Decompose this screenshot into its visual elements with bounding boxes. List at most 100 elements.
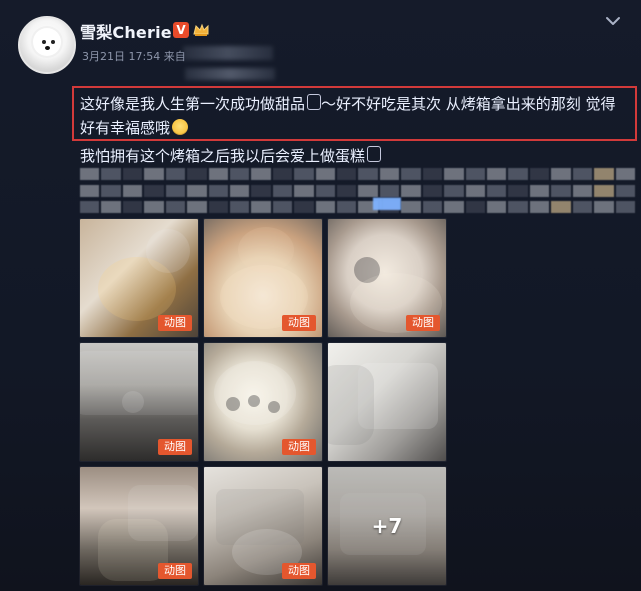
mosaic-tile (101, 184, 121, 197)
mosaic-tile (144, 201, 164, 214)
thumb-berry-shape (248, 395, 260, 407)
image-thumb-7[interactable]: 动图 (80, 467, 198, 585)
mosaic-tile (572, 201, 593, 214)
mosaic-tile (379, 168, 400, 180)
thumb-dessert-shape (214, 361, 296, 425)
top-blurred-strip (185, 68, 275, 80)
thumb-hand-shape (238, 227, 294, 273)
mosaic-tile (487, 184, 507, 197)
mosaic-tile (465, 168, 486, 180)
image-thumb-4[interactable]: 动图 (80, 343, 198, 461)
more-images-count: +7 (328, 467, 446, 585)
mosaic-tile (551, 168, 571, 180)
mosaic-tile (422, 201, 443, 214)
mosaic-tile (529, 168, 550, 180)
mosaic-tile (594, 201, 614, 214)
gif-tag: 动图 (406, 315, 440, 331)
mosaic-tile (465, 201, 486, 214)
mosaic-tile (444, 201, 464, 214)
mosaic-tile (101, 201, 121, 214)
mosaic-tile (615, 201, 635, 214)
mosaic-tile (122, 168, 143, 180)
post-meta: 3月21日 17:54 来自 (82, 50, 186, 63)
username[interactable]: 雪梨Cherie (80, 19, 172, 43)
avatar-nose (45, 46, 50, 50)
mosaic-tile (444, 184, 464, 197)
mosaic-tile (122, 201, 143, 214)
mosaic-tile (572, 168, 593, 180)
image-thumb-8[interactable]: 动图 (204, 467, 322, 585)
mosaic-tile (165, 201, 186, 214)
post-text-line-2: 好有幸福感哦 (80, 117, 189, 138)
mosaic-tile (229, 201, 250, 214)
mosaic-tile (272, 201, 293, 214)
mosaic-tile (379, 184, 400, 197)
mosaic-tile (572, 184, 593, 197)
meta-blurred-source (183, 46, 273, 60)
mosaic-tile (401, 184, 421, 197)
image-thumb-5[interactable]: 动图 (204, 343, 322, 461)
image-thumb-9[interactable]: +7 (328, 467, 446, 585)
verified-v-icon: V (173, 22, 189, 38)
mosaic-tile (508, 184, 528, 197)
mosaic-tile (594, 184, 614, 197)
mosaic-tile (422, 168, 443, 180)
image-thumb-6[interactable] (328, 343, 446, 461)
image-thumb-3[interactable]: 动图 (328, 219, 446, 337)
mosaic-tile (80, 168, 100, 180)
mosaic-tile (144, 168, 164, 180)
mosaic-tile (315, 201, 336, 214)
mosaic-tile (251, 168, 271, 180)
mosaic-tile (272, 168, 293, 180)
post-text-line-1: 这好像是我人生第一次成功做甜品 ～好不好吃是其次 从烤箱拿出来的那刻 觉得 (80, 93, 616, 114)
mosaic-tile (401, 168, 421, 180)
gif-tag: 动图 (158, 315, 192, 331)
mosaic-tile (294, 201, 314, 214)
post-text-line-3-main: 我怕拥有这个烤箱之后我以后会爱上做蛋糕 (80, 147, 366, 165)
chevron-down-icon[interactable] (604, 14, 622, 28)
mosaic-tile (529, 201, 550, 214)
avatar[interactable] (18, 16, 76, 74)
mosaic-tile (508, 168, 528, 180)
post-text-line-1-main: 这好像是我人生第一次成功做甜品 (80, 95, 306, 113)
mosaic-tile (144, 184, 164, 197)
gif-tag: 动图 (282, 563, 316, 579)
image-thumb-1[interactable]: 动图 (80, 219, 198, 337)
small-symbol-icon (307, 94, 322, 110)
mosaic-tile (401, 201, 421, 214)
mosaic-tile (165, 168, 186, 180)
thumb-berry-shape (226, 397, 240, 411)
gif-tag: 动图 (282, 439, 316, 455)
mosaic-tile (187, 168, 207, 180)
image-grid: 动图 动图 动图 动图 动图 动图 动图 +7 (80, 219, 448, 591)
gif-tag: 动图 (158, 439, 192, 455)
thumb-knob (122, 391, 144, 413)
mosaic-tile (337, 201, 357, 214)
mosaic-tile (444, 168, 464, 180)
avatar-left-eye (42, 40, 46, 44)
mosaic-tile (80, 184, 100, 197)
gif-tag: 动图 (158, 563, 192, 579)
blurred-text-mosaic (80, 168, 635, 216)
mosaic-tile (294, 184, 314, 197)
mosaic-tile (337, 168, 357, 180)
avatar-right-eye (51, 40, 55, 44)
mosaic-tile (187, 201, 207, 214)
crown-icon (193, 23, 209, 36)
blurred-link-text: ▇▇▇ (373, 196, 401, 210)
mosaic-tile (187, 184, 207, 197)
mosaic-tile (294, 168, 314, 180)
mosaic-tile (251, 184, 271, 197)
thumb-glove-shape (328, 365, 374, 445)
mosaic-tile (208, 184, 228, 197)
mosaic-tile (551, 184, 571, 197)
thumb-berry-shape (268, 401, 280, 413)
mosaic-tile (208, 201, 228, 214)
small-symbol-icon (367, 146, 382, 162)
emoji-icon (172, 119, 189, 135)
mosaic-tile (615, 168, 635, 180)
mosaic-tile (337, 184, 357, 197)
mosaic-tile (272, 184, 293, 197)
mosaic-tile (358, 168, 378, 180)
image-thumb-2[interactable]: 动图 (204, 219, 322, 337)
